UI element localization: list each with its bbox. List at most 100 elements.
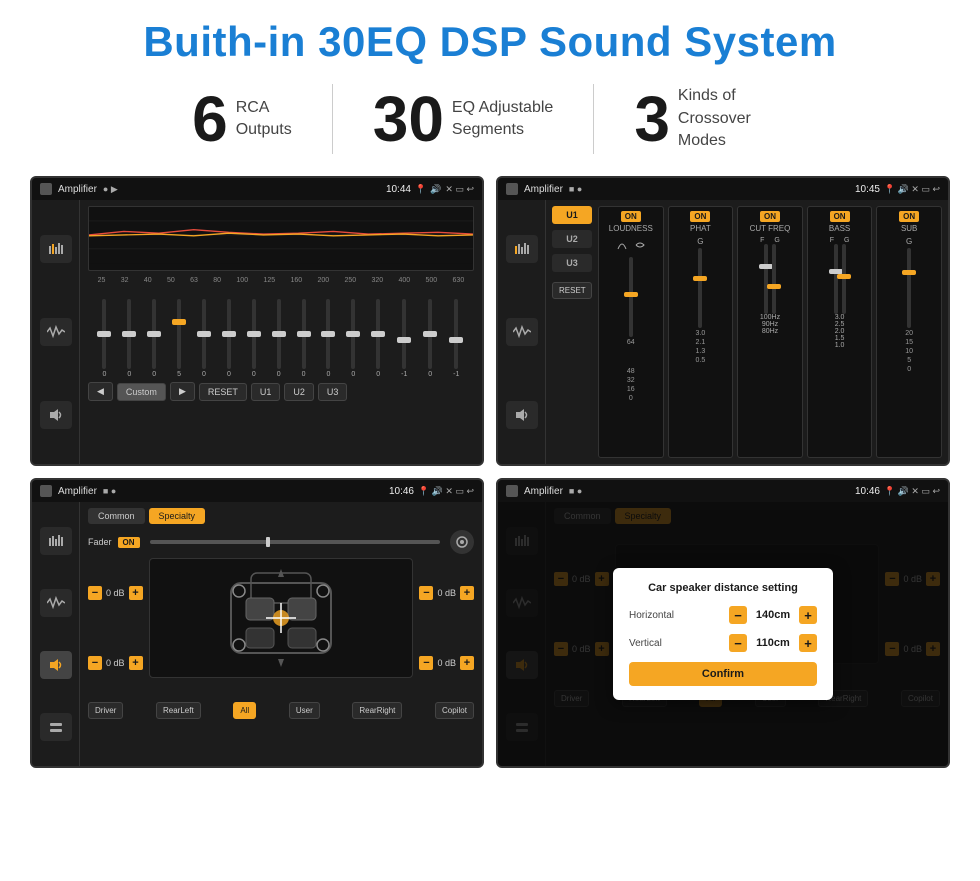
custom-button[interactable]: Custom (117, 383, 166, 401)
stat-eq: 30 EQ Adjustable Segments (333, 87, 594, 151)
minus-btn-rt[interactable]: − (419, 586, 433, 600)
eq-slider-14: -1 (453, 299, 459, 378)
tab-common[interactable]: Common (88, 508, 145, 524)
btn-all[interactable]: All (233, 702, 256, 719)
tab-specialty[interactable]: Specialty (149, 508, 206, 524)
car-diagram (149, 558, 414, 678)
screen2-title: Amplifier (524, 184, 563, 195)
play-button[interactable]: ▶ (170, 382, 195, 401)
eq-slider-7: 0 (277, 299, 281, 378)
u2-button[interactable]: U2 (284, 383, 314, 401)
dialog-vertical-ctrl: − 110cm + (729, 634, 817, 652)
wave-icon-3[interactable] (40, 589, 72, 617)
android-bar-2: Amplifier ■ ● 10:45 📍 🔊 ✕ ▭ ↩ (498, 178, 948, 200)
eq-slider-11: 0 (376, 299, 380, 378)
stat-text-crossover: Kinds of Crossover Modes (678, 85, 788, 152)
eq-icon[interactable] (40, 235, 72, 263)
screen3-sidebar (32, 502, 80, 766)
screen2-icons: 📍 🔊 ✕ ▭ ↩ (884, 184, 940, 195)
btn-rearleft[interactable]: RearLeft (156, 702, 201, 719)
preset-u2[interactable]: U2 (552, 230, 592, 248)
screen3-dots: ■ ● (103, 486, 116, 496)
eq-slider-3: 5 (177, 299, 181, 378)
vol-ctrl-right-bot: − 0 dB + (419, 656, 474, 670)
freq-labels: 253240506380100125160200250320400500630 (88, 277, 474, 284)
horizontal-plus-btn[interactable]: + (799, 606, 817, 624)
home-icon-4 (506, 485, 518, 497)
fader-icon-3[interactable] (40, 713, 72, 741)
btn-user[interactable]: User (289, 702, 320, 719)
eq-slider-13: 0 (428, 299, 432, 378)
speaker-icon-2[interactable] (506, 401, 538, 429)
on-badge-loudness: ON (621, 211, 641, 222)
speaker-icon[interactable] (40, 401, 72, 429)
phat-slider[interactable] (698, 248, 702, 328)
screen2-dots: ■ ● (569, 184, 582, 194)
android-bar-1: Amplifier ● ▶ 10:44 📍 🔊 ✕ ▭ ↩ (32, 178, 482, 200)
btn-copilot[interactable]: Copilot (435, 702, 474, 719)
vol-val-lt: 0 dB (106, 588, 125, 598)
vertical-plus-btn[interactable]: + (799, 634, 817, 652)
eq-slider-9: 0 (326, 299, 330, 378)
amp-reset-btn[interactable]: RESET (552, 282, 592, 299)
bass-slider-g[interactable] (842, 244, 846, 314)
minus-btn-lt[interactable]: − (88, 586, 102, 600)
android-bar-3: Amplifier ■ ● 10:46 📍 🔊 ✕ ▭ ↩ (32, 480, 482, 502)
plus-btn-rt[interactable]: + (460, 586, 474, 600)
screenshots-grid: Amplifier ● ▶ 10:44 📍 🔊 ✕ ▭ ↩ (30, 176, 950, 768)
on-badge-sub: ON (899, 211, 919, 222)
preset-u3[interactable]: U3 (552, 254, 592, 272)
stat-text-rca: RCA Outputs (236, 97, 292, 142)
minus-btn-rb[interactable]: − (419, 656, 433, 670)
distance-dialog: Car speaker distance setting Horizontal … (613, 568, 833, 700)
screen-eq: Amplifier ● ▶ 10:44 📍 🔊 ✕ ▭ ↩ (30, 176, 484, 466)
plus-btn-lb[interactable]: + (129, 656, 143, 670)
dialog-vertical-row: Vertical − 110cm + (629, 634, 817, 652)
wave-icon[interactable] (40, 318, 72, 346)
fader-settings-icon[interactable] (450, 530, 474, 554)
preset-u1[interactable]: U1 (552, 206, 592, 224)
cutfreq-slider-f[interactable] (764, 244, 768, 314)
screen-crossover: Amplifier ■ ● 10:45 📍 🔊 ✕ ▭ ↩ (496, 176, 950, 466)
wave-icon-2[interactable] (506, 318, 538, 346)
bass-slider-f[interactable] (834, 244, 838, 314)
eq-icon-3[interactable] (40, 527, 72, 555)
eq-slider-4: 0 (202, 299, 206, 378)
stat-number-eq: 30 (373, 87, 444, 151)
btn-rearright[interactable]: RearRight (352, 702, 402, 719)
vol-val-rt: 0 dB (437, 588, 456, 598)
u1-button[interactable]: U1 (251, 383, 281, 401)
on-badge-bass: ON (830, 211, 850, 222)
eq-slider-10: 0 (351, 299, 355, 378)
screen3-body: Common Specialty Fader ON (32, 502, 482, 766)
screen2-body: U1 U2 U3 RESET ON LOUDNESS (498, 200, 948, 464)
btn-driver[interactable]: Driver (88, 702, 123, 719)
horizontal-value: 140cm (753, 609, 793, 621)
right-volume-controls: − 0 dB + − 0 dB + (419, 558, 474, 698)
confirm-button[interactable]: Confirm (629, 662, 817, 686)
stats-row: 6 RCA Outputs 30 EQ Adjustable Segments … (30, 84, 950, 154)
vol-ctrl-left-bot: − 0 dB + (88, 656, 143, 670)
eq-icon-2[interactable] (506, 235, 538, 263)
speaker-icon-3[interactable] (40, 651, 72, 679)
loudness-slider[interactable] (629, 257, 633, 337)
sub-slider[interactable] (907, 248, 911, 328)
dialog-overlay: Car speaker distance setting Horizontal … (498, 502, 948, 766)
location-icon: 📍 (415, 184, 426, 195)
eq-slider-1: 0 (127, 299, 131, 378)
vertical-value: 110cm (753, 637, 793, 649)
cutfreq-slider-g[interactable] (772, 244, 776, 314)
home-icon (40, 183, 52, 195)
prev-button[interactable]: ◀ (88, 382, 113, 401)
horizontal-minus-btn[interactable]: − (729, 606, 747, 624)
plus-btn-rb[interactable]: + (460, 656, 474, 670)
plus-btn-lt[interactable]: + (129, 586, 143, 600)
channel-loudness: ON LOUDNESS 64 48 (598, 206, 664, 458)
screen4-title: Amplifier (524, 486, 563, 497)
dialog-horizontal-row: Horizontal − 140cm + (629, 606, 817, 624)
vertical-minus-btn[interactable]: − (729, 634, 747, 652)
u3-button[interactable]: U3 (318, 383, 348, 401)
screen1-title: Amplifier (58, 184, 97, 195)
minus-btn-lb[interactable]: − (88, 656, 102, 670)
reset-button[interactable]: RESET (199, 383, 247, 401)
